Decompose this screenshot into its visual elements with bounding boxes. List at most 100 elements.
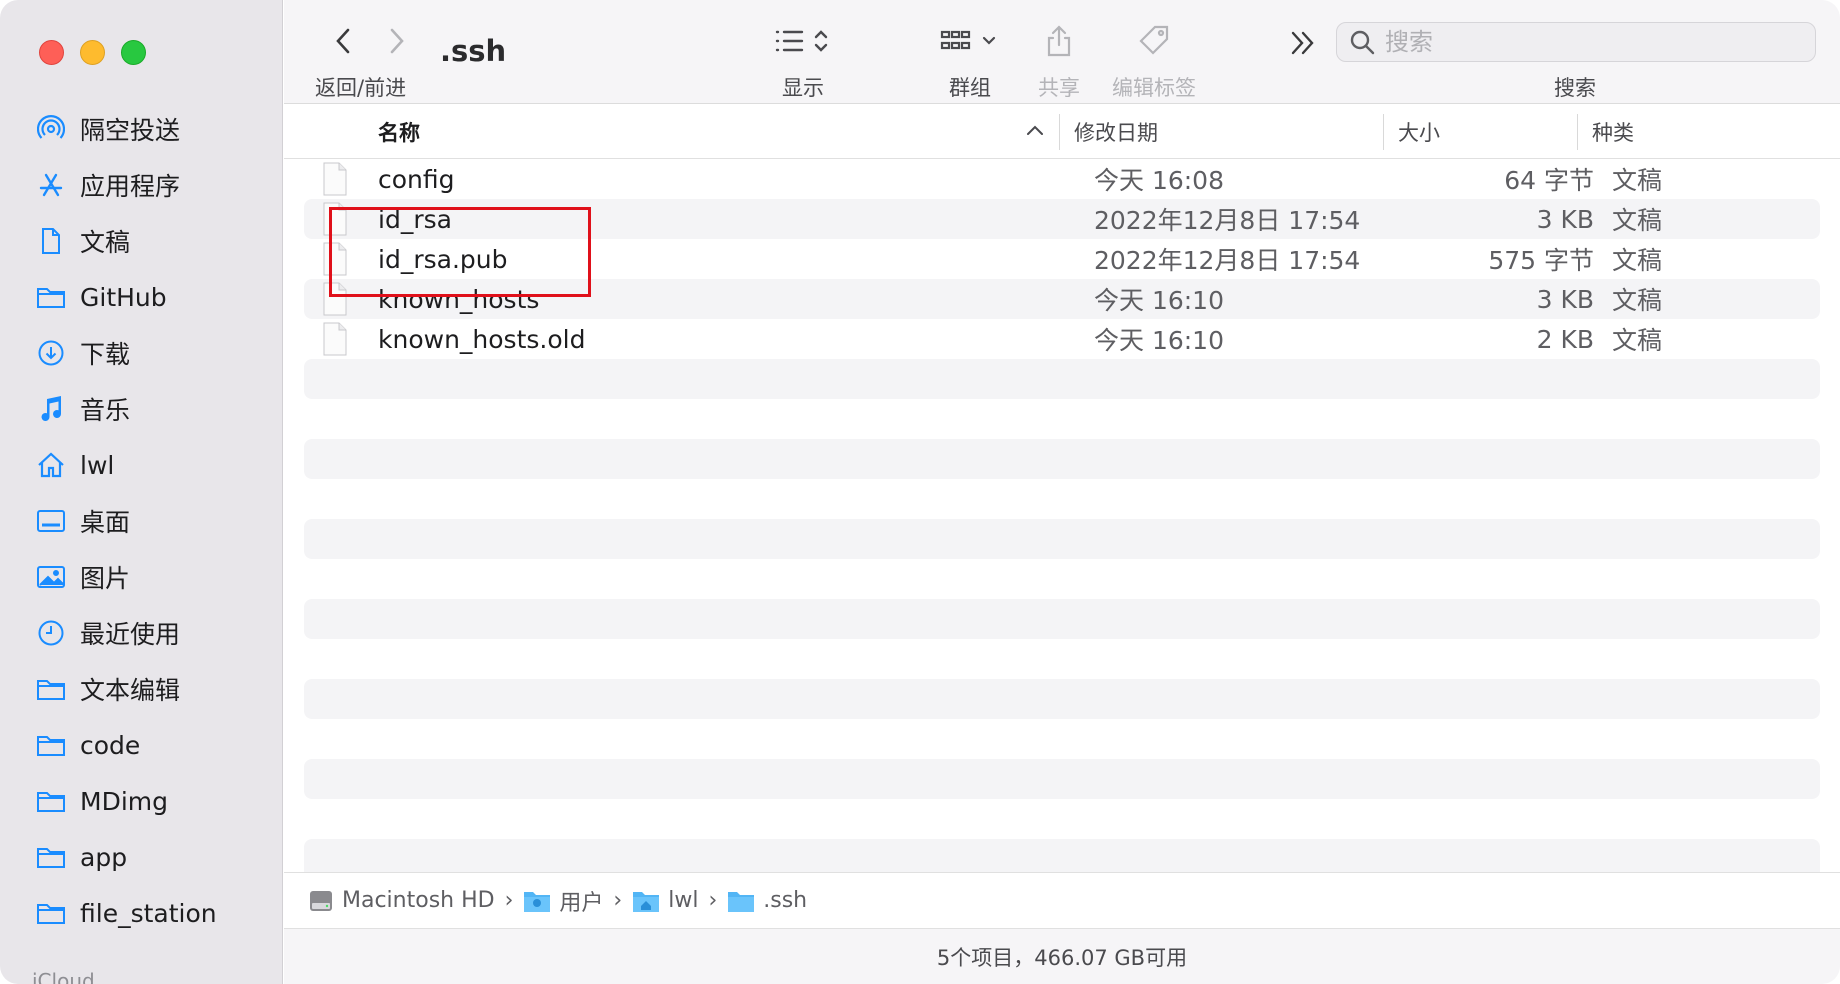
file-name: config (378, 164, 455, 194)
sidebar-item-airdrop[interactable]: 隔空投送 (0, 101, 283, 157)
home-folder-icon (632, 889, 660, 913)
sidebar-item-label: 最近使用 (80, 620, 181, 649)
sidebar-item-code[interactable]: code (0, 717, 283, 773)
column-divider[interactable] (1383, 114, 1384, 150)
file-icon (323, 162, 347, 196)
chevron-right-icon: › (708, 888, 718, 913)
sidebar-item-label: lwl (80, 450, 115, 480)
column-divider[interactable] (1059, 114, 1060, 150)
forward-button[interactable] (383, 24, 411, 58)
group-label: 群组 (949, 76, 991, 100)
sidebar-item-recents[interactable]: 最近使用 (0, 605, 283, 661)
sidebar-item-downloads[interactable]: 下载 (0, 325, 283, 381)
folder-icon (36, 898, 66, 928)
sidebar-item-desktop[interactable]: 桌面 (0, 493, 283, 549)
folder-icon (36, 730, 66, 760)
sidebar-item-github[interactable]: GitHub (0, 269, 283, 325)
toolbar-overflow-button[interactable] (1290, 28, 1316, 62)
column-header-size[interactable]: 大小 (1398, 104, 1440, 159)
file-row-known-hosts-old[interactable]: known_hosts.old 今天 16:10 2 KB 文稿 (304, 319, 1820, 359)
sidebar-item-mdimg[interactable]: MDimg (0, 773, 283, 829)
column-header: 名称 修改日期 大小 种类 (284, 104, 1840, 159)
nav-label: 返回/前进 (315, 76, 407, 100)
file-kind: 文稿 (1612, 286, 1663, 315)
path-bar: Macintosh HD › 用户 › lwl › .ssh (284, 872, 1840, 928)
sidebar-item-label: file_station (80, 898, 217, 928)
empty-row (304, 759, 1820, 799)
annotation-highlight-box (329, 207, 591, 297)
path-crumb-macintosh-hd[interactable]: Macintosh HD (308, 888, 495, 914)
column-divider[interactable] (1577, 114, 1578, 150)
sidebar-item-label: 下载 (80, 340, 131, 369)
sort-ascending-icon (1026, 121, 1044, 140)
folder-icon (36, 282, 66, 312)
document-icon (36, 226, 66, 256)
sidebar-item-applications[interactable]: 应用程序 (0, 157, 283, 213)
close-window-button[interactable] (39, 40, 64, 65)
path-crumb-label: 用户 (559, 890, 604, 916)
file-size: 575 字节 (1488, 246, 1594, 275)
sidebar-item-home[interactable]: lwl (0, 437, 283, 493)
search-field[interactable] (1336, 22, 1816, 62)
view-label: 显示 (782, 76, 824, 100)
toolbar: 返回/前进 .ssh 显示 群组 共享 编辑标签 搜索 搜索 (284, 0, 1840, 104)
tags-label: 编辑标签 (1112, 76, 1196, 100)
sidebar-section-icloud[interactable]: iCloud (32, 969, 95, 984)
edit-tags-button[interactable]: 编辑标签 (1112, 20, 1196, 102)
file-kind: 文稿 (1612, 246, 1663, 275)
sidebar-item-pictures[interactable]: 图片 (0, 549, 283, 605)
sidebar-item-music[interactable]: 音乐 (0, 381, 283, 437)
sidebar-item-label: 文稿 (80, 228, 131, 257)
chevron-right-icon (390, 28, 404, 54)
grid-group-icon (940, 30, 996, 50)
home-icon (36, 450, 66, 480)
sidebar-item-label: 音乐 (80, 396, 131, 425)
path-crumb-label: Macintosh HD (342, 888, 495, 913)
file-size: 3 KB (1536, 284, 1594, 314)
clock-icon (36, 618, 66, 648)
share-label: 共享 (1038, 76, 1080, 100)
file-size: 64 字节 (1504, 166, 1594, 195)
column-header-name[interactable]: 名称 (378, 104, 420, 159)
sidebar-item-textedit[interactable]: 文本编辑 (0, 661, 283, 717)
folder-icon (36, 842, 66, 872)
back-button[interactable] (329, 24, 357, 58)
file-size: 3 KB (1536, 204, 1594, 234)
search-input[interactable] (1385, 28, 1785, 56)
folder-icon (36, 674, 66, 704)
status-bar: 5个项目，466.07 GB可用 (284, 928, 1840, 984)
airdrop-icon (36, 114, 66, 144)
path-crumb-users[interactable]: 用户 (523, 885, 603, 917)
sidebar: 隔空投送 应用程序 文稿 GitHub 下载 音乐 lwl 桌面 图片 最近使用… (0, 0, 283, 984)
empty-row (304, 439, 1820, 479)
path-crumb-ssh[interactable]: .ssh (727, 888, 807, 913)
path-crumb-lwl[interactable]: lwl (632, 888, 698, 913)
file-kind: 文稿 (1612, 326, 1663, 355)
sidebar-item-label: code (80, 730, 141, 760)
view-options-button[interactable]: 显示 (774, 20, 832, 102)
nav-buttons (329, 24, 411, 58)
sidebar-item-documents[interactable]: 文稿 (0, 213, 283, 269)
zoom-window-button[interactable] (121, 40, 146, 65)
column-header-kind[interactable]: 种类 (1592, 104, 1634, 159)
file-date: 2022年12月8日 17:54 (1094, 246, 1361, 275)
file-row-config[interactable]: config 今天 16:08 64 字节 文稿 (304, 159, 1820, 199)
sidebar-item-label: 隔空投送 (80, 116, 181, 145)
file-kind: 文稿 (1612, 206, 1663, 235)
desktop-icon (36, 506, 66, 536)
share-button[interactable]: 共享 (1038, 20, 1080, 102)
sidebar-item-app[interactable]: app (0, 829, 283, 885)
file-date: 今天 16:10 (1094, 286, 1224, 315)
file-date: 今天 16:10 (1094, 326, 1224, 355)
group-button[interactable]: 群组 (940, 20, 1000, 102)
sidebar-item-label: 桌面 (80, 508, 131, 537)
sidebar-item-file-station[interactable]: file_station (0, 885, 283, 941)
sidebar-favorites: 隔空投送 应用程序 文稿 GitHub 下载 音乐 lwl 桌面 图片 最近使用… (0, 101, 283, 941)
file-date: 今天 16:08 (1094, 166, 1224, 195)
share-icon (1047, 25, 1071, 57)
sidebar-item-label: 图片 (80, 564, 131, 593)
finder-window: 隔空投送 应用程序 文稿 GitHub 下载 音乐 lwl 桌面 图片 最近使用… (0, 0, 1840, 984)
column-header-date[interactable]: 修改日期 (1074, 104, 1158, 159)
minimize-window-button[interactable] (80, 40, 105, 65)
file-name: known_hosts.old (378, 324, 586, 354)
